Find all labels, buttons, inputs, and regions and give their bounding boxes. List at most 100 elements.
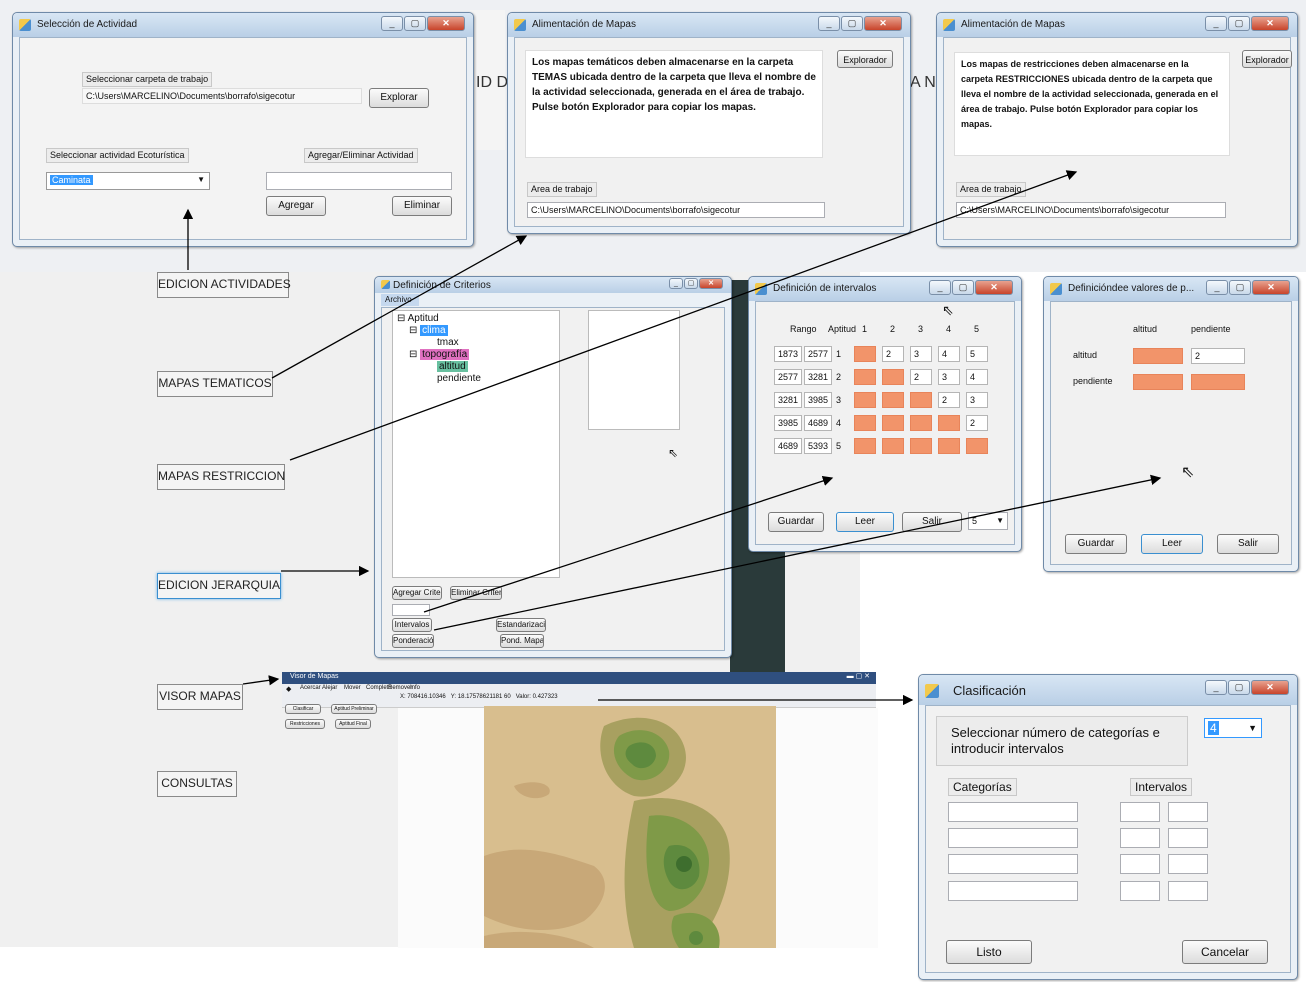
elevation-map[interactable] bbox=[484, 706, 776, 948]
guardar-button[interactable]: Guardar bbox=[1065, 534, 1127, 554]
listo-button[interactable]: Listo bbox=[946, 940, 1032, 964]
close-icon[interactable]: ✕ bbox=[864, 16, 902, 31]
cell-pendiente-altitud[interactable] bbox=[1133, 374, 1183, 390]
categoria-input-2[interactable] bbox=[948, 828, 1078, 848]
intervalo-min-1[interactable] bbox=[1120, 802, 1160, 822]
close-icon[interactable]: ✕ bbox=[699, 278, 723, 289]
interval-cell[interactable] bbox=[854, 369, 876, 385]
clasificar-button[interactable]: Clasificar bbox=[285, 704, 321, 714]
agregar-criterio-button[interactable]: Agregar Criterio bbox=[392, 586, 442, 600]
maximize-icon[interactable]: ▢ bbox=[404, 16, 426, 31]
intervalo-max-3[interactable] bbox=[1168, 854, 1208, 874]
interval-cell[interactable] bbox=[882, 369, 904, 385]
rango-min-cell[interactable]: 3985 bbox=[774, 415, 802, 431]
criteria-tree[interactable]: ⊟ Aptitud ⊟ clima tmax ⊟ topografía alti… bbox=[392, 310, 560, 578]
intervalo-min-2[interactable] bbox=[1120, 828, 1160, 848]
minimize-icon[interactable]: _ bbox=[669, 278, 683, 289]
leer-button[interactable]: Leer bbox=[1141, 534, 1203, 554]
minimize-icon[interactable]: _ bbox=[818, 16, 840, 31]
maximize-icon[interactable]: ▢ bbox=[684, 278, 698, 289]
estandarizacion-button[interactable]: Estandarización bbox=[496, 618, 546, 632]
menu-archivo[interactable]: Archivo bbox=[381, 294, 419, 306]
tree-item-tmax[interactable]: tmax bbox=[437, 337, 459, 348]
leer-button[interactable]: Leer bbox=[836, 512, 894, 532]
interval-cell[interactable] bbox=[910, 415, 932, 431]
interval-cell[interactable]: 3 bbox=[966, 392, 988, 408]
aptitud-final-button[interactable]: Aptitud Final bbox=[335, 719, 371, 729]
rango-max-cell[interactable]: 3281 bbox=[804, 369, 832, 385]
minimize-icon[interactable]: _ bbox=[929, 280, 951, 295]
cell-pendiente-pendiente[interactable] bbox=[1191, 374, 1245, 390]
mapas-tematicos-button[interactable]: MAPAS TEMATICOS bbox=[157, 371, 273, 397]
interval-cell[interactable]: 3 bbox=[938, 369, 960, 385]
intervalos-button[interactable]: Intervalos bbox=[392, 618, 432, 632]
visor-menu-item[interactable]: Alejar bbox=[322, 685, 337, 691]
close-icon[interactable]: ✕ bbox=[1251, 16, 1289, 31]
guardar-button[interactable]: Guardar bbox=[768, 512, 824, 532]
visor-mapas-button[interactable]: VISOR MAPAS bbox=[157, 684, 243, 710]
visor-menu-item[interactable]: Acercar bbox=[300, 685, 321, 691]
interval-cell[interactable] bbox=[882, 415, 904, 431]
interval-cell[interactable] bbox=[882, 438, 904, 454]
interval-cell[interactable]: 2 bbox=[910, 369, 932, 385]
tree-item-clima[interactable]: ⊟ clima bbox=[409, 325, 448, 336]
area-path-field[interactable]: C:\Users\MARCELINO\Documents\borrafo\sig… bbox=[956, 202, 1226, 218]
close-icon[interactable]: ✕ bbox=[427, 16, 465, 31]
rango-min-cell[interactable]: 2577 bbox=[774, 369, 802, 385]
actividad-input[interactable] bbox=[266, 172, 452, 190]
close-icon[interactable]: ✕ bbox=[1251, 680, 1289, 695]
cell-altitud-altitud[interactable] bbox=[1133, 348, 1183, 364]
interval-cell[interactable] bbox=[854, 415, 876, 431]
interval-cell[interactable] bbox=[882, 392, 904, 408]
maximize-icon[interactable]: ▢ bbox=[841, 16, 863, 31]
intervalo-max-1[interactable] bbox=[1168, 802, 1208, 822]
maximize-icon[interactable]: ▢ bbox=[1228, 16, 1250, 31]
visor-menu-item[interactable]: Mover bbox=[344, 685, 361, 691]
close-icon[interactable]: ✕ bbox=[1252, 280, 1290, 295]
interval-cell[interactable]: 4 bbox=[938, 346, 960, 362]
interval-cell[interactable] bbox=[854, 438, 876, 454]
criteria-list[interactable] bbox=[588, 310, 680, 430]
rango-min-cell[interactable]: 3281 bbox=[774, 392, 802, 408]
rango-max-cell[interactable]: 3985 bbox=[804, 392, 832, 408]
categoria-input-4[interactable] bbox=[948, 881, 1078, 901]
maximize-icon[interactable]: ▢ bbox=[1229, 280, 1251, 295]
area-path-field[interactable]: C:\Users\MARCELINO\Documents\borrafo\sig… bbox=[527, 202, 825, 218]
close-icon[interactable]: ✕ bbox=[975, 280, 1013, 295]
interval-cell[interactable]: 5 bbox=[966, 346, 988, 362]
interval-cell[interactable]: 2 bbox=[938, 392, 960, 408]
eliminar-criterio-button[interactable]: Eliminar Criterio bbox=[450, 586, 502, 600]
categoria-input-3[interactable] bbox=[948, 854, 1078, 874]
agregar-button[interactable]: Agregar bbox=[266, 196, 326, 216]
minimize-icon[interactable]: _ bbox=[1205, 16, 1227, 31]
interval-cell[interactable]: 4 bbox=[966, 369, 988, 385]
rango-max-cell[interactable]: 2577 bbox=[804, 346, 832, 362]
intervalo-min-4[interactable] bbox=[1120, 881, 1160, 901]
explorar-button[interactable]: Explorar bbox=[369, 88, 429, 108]
cell-altitud-pendiente[interactable]: 2 bbox=[1191, 348, 1245, 364]
actividad-combo[interactable]: Caminata ▼ bbox=[46, 172, 210, 190]
intervalos-combo[interactable]: 5 ▼ bbox=[968, 512, 1008, 530]
tree-item-altitud[interactable]: altitud bbox=[437, 361, 468, 372]
salir-button[interactable]: Salir bbox=[902, 512, 962, 532]
rango-max-cell[interactable]: 4689 bbox=[804, 415, 832, 431]
rango-min-cell[interactable]: 1873 bbox=[774, 346, 802, 362]
interval-cell[interactable] bbox=[910, 438, 932, 454]
interval-cell[interactable]: 3 bbox=[910, 346, 932, 362]
interval-cell[interactable] bbox=[854, 392, 876, 408]
rango-max-cell[interactable]: 5393 bbox=[804, 438, 832, 454]
minimize-icon[interactable]: _ bbox=[1206, 280, 1228, 295]
interval-cell[interactable] bbox=[966, 438, 988, 454]
interval-cell[interactable] bbox=[938, 415, 960, 431]
visor-menu-item[interactable]: Info bbox=[410, 685, 420, 691]
salir-button[interactable]: Salir bbox=[1217, 534, 1279, 554]
interval-cell[interactable] bbox=[854, 346, 876, 362]
aptitud-preliminar-button[interactable]: Aptitud Preliminar bbox=[331, 704, 377, 714]
maximize-icon[interactable]: ▢ bbox=[952, 280, 974, 295]
rango-min-cell[interactable]: 4689 bbox=[774, 438, 802, 454]
intervalo-max-4[interactable] bbox=[1168, 881, 1208, 901]
criterio-input[interactable] bbox=[392, 604, 430, 616]
interval-cell[interactable]: 2 bbox=[882, 346, 904, 362]
tree-item-pendiente[interactable]: pendiente bbox=[437, 373, 481, 384]
interval-cell[interactable] bbox=[910, 392, 932, 408]
